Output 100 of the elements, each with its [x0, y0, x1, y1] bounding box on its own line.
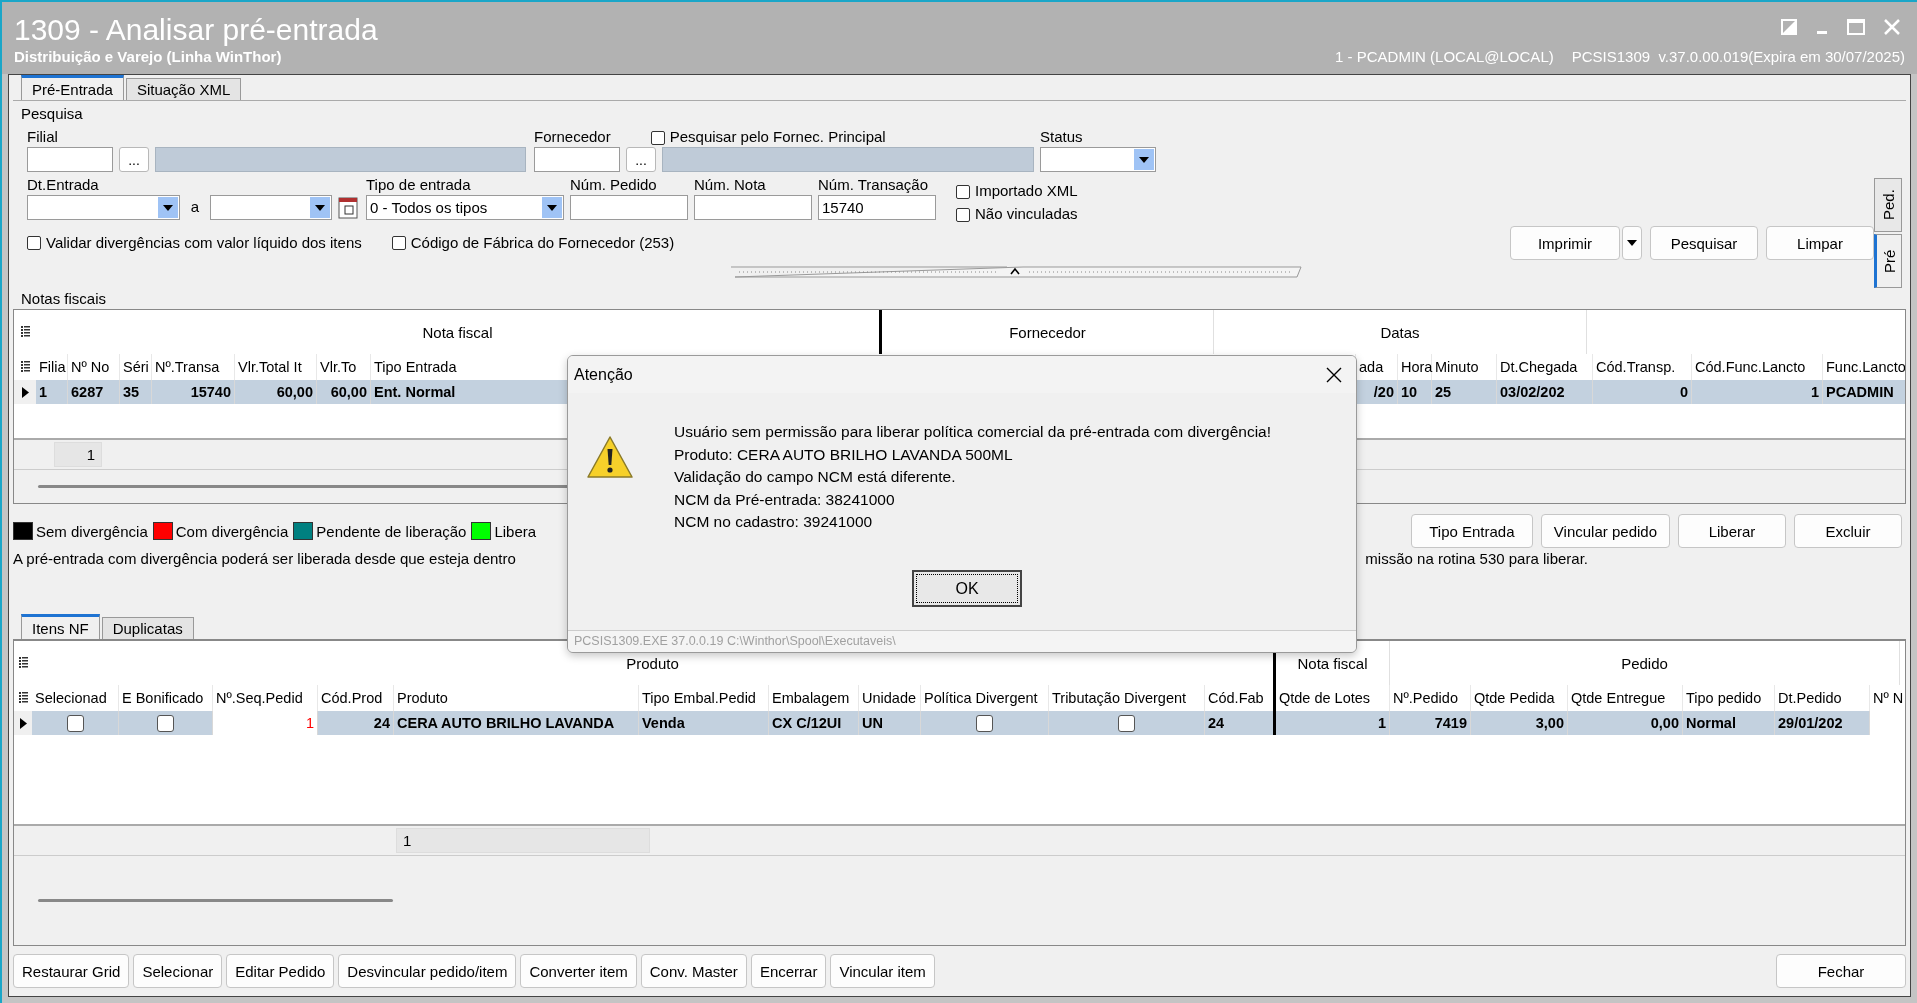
table-cell: UN — [859, 711, 921, 735]
info-text: missão na rotina 530 para liberar. — [1365, 550, 1588, 569]
checkbox[interactable] — [27, 236, 41, 250]
toolbar-button[interactable]: Desvincular pedido/item — [338, 954, 517, 988]
toolbar-button[interactable]: Restaurar Grid — [13, 954, 130, 988]
splitter-handle[interactable] — [728, 266, 1303, 278]
date-field[interactable] — [210, 195, 332, 220]
input-field[interactable] — [694, 195, 812, 220]
row-indicator[interactable] — [14, 380, 36, 404]
range-separator: a — [189, 198, 201, 217]
table-cell: 35 — [120, 380, 152, 404]
toolbar-button[interactable]: Selecionar — [133, 954, 223, 988]
dropdown-button[interactable] — [542, 197, 562, 218]
checkbox[interactable] — [650, 130, 665, 145]
caret-icon[interactable] — [547, 204, 557, 211]
input-field[interactable] — [570, 195, 688, 220]
caret-icon[interactable] — [315, 204, 325, 211]
window-title: 1309 - Analisar pré-entrada — [14, 12, 378, 48]
table-cell: CX C/12UI — [769, 711, 859, 735]
input-field[interactable] — [534, 147, 620, 172]
toolbar-button[interactable]: Converter item — [520, 954, 637, 988]
table-cell: 1 — [36, 380, 68, 404]
dialog-message: NCM no cadastro: 39241000 — [674, 512, 874, 532]
print-menu-button[interactable] — [1622, 226, 1642, 260]
action-button[interactable]: Tipo Entrada — [1410, 514, 1533, 548]
table-cell: 10 — [1398, 380, 1432, 404]
caret-icon[interactable] — [163, 204, 173, 211]
input-field[interactable]: 15740 — [818, 195, 936, 220]
column-menu-icon[interactable] — [18, 657, 28, 669]
checkbox[interactable] — [66, 714, 84, 732]
version-info: PCSIS1309 v.37.0.00.019(Expira em 30/07/2025) — [1571, 48, 1905, 65]
entry-type-dropdown[interactable]: 0 - Todos os tipos — [366, 195, 564, 220]
tab[interactable]: Itens NF — [21, 614, 100, 639]
table-cell: 1 — [1692, 380, 1823, 404]
close-icon[interactable] — [1326, 366, 1342, 383]
checkbox[interactable] — [956, 184, 970, 199]
checkbox[interactable] — [976, 714, 993, 732]
dropdown-button[interactable] — [1134, 149, 1154, 170]
table-cell: 6287 — [68, 380, 120, 404]
lookup-button[interactable]: ... — [626, 147, 656, 172]
dialog-message: Usuário sem permissão para liberar política comercial da pré-entrada com divergência! — [674, 422, 1271, 442]
calendar-icon[interactable] — [336, 195, 360, 220]
info-text: A pré-entrada com divergência poderá ser liberada desde que esteja dentro — [13, 550, 516, 569]
dialog-message: Validação do campo NCM está diferente. — [674, 467, 957, 487]
checkbox[interactable] — [1118, 714, 1135, 732]
toolbar-button[interactable]: Editar Pedido — [226, 954, 335, 988]
input-field[interactable] — [27, 147, 113, 172]
section-title: Notas fiscais — [20, 289, 108, 309]
column-group-header: Datas — [1214, 310, 1587, 354]
row-count: 1 — [396, 828, 650, 853]
table-cell: 29/01/202 — [1775, 711, 1870, 735]
checkbox-label: Importado XML — [975, 182, 1078, 201]
table-cell: 60,00 — [235, 380, 317, 404]
scrollbar[interactable] — [38, 899, 393, 902]
table-cell: 0 — [1593, 380, 1692, 404]
toolbar-button[interactable]: Vincular item — [830, 954, 935, 988]
close-button[interactable]: Fechar — [1776, 954, 1906, 988]
table-cell: 15740 — [152, 380, 235, 404]
checkbox[interactable] — [956, 207, 970, 222]
side-tab[interactable]: Pré — [1874, 234, 1902, 288]
action-button[interactable]: Excluir — [1794, 514, 1902, 548]
field-label: Núm. Nota — [694, 176, 767, 195]
action-button[interactable]: Liberar — [1678, 514, 1786, 548]
search-button[interactable]: Pesquisar — [1650, 226, 1758, 260]
dropdown-button[interactable] — [158, 197, 178, 218]
field-label: Status — [1040, 128, 1084, 147]
field-label: Tipo de entrada — [366, 176, 472, 195]
side-tab[interactable]: Ped. — [1874, 178, 1902, 232]
table-cell: CERA AUTO BRILHO LAVANDA — [394, 711, 639, 735]
tab[interactable]: Situação XML — [125, 78, 242, 100]
checkbox[interactable] — [157, 714, 174, 732]
column-menu-icon[interactable] — [18, 692, 28, 704]
tab[interactable]: Duplicatas — [101, 617, 194, 639]
field-label: Núm. Pedido — [570, 176, 658, 195]
lookup-button[interactable]: ... — [119, 147, 149, 172]
dropdown-button[interactable] — [310, 197, 330, 218]
row-count: 1 — [54, 441, 102, 467]
row-indicator[interactable] — [14, 711, 32, 735]
checkbox-label: Não vinculadas — [975, 205, 1078, 224]
checkbox-label: Validar divergências com valor líquido dos itens — [46, 233, 362, 253]
clear-button[interactable]: Limpar — [1766, 226, 1874, 260]
field-label: Fornecedor — [534, 128, 611, 147]
caret-icon[interactable] — [1139, 156, 1149, 163]
user-info: 1 - PCADMIN (LOCAL@LOCAL) — [1335, 48, 1554, 65]
column-menu-icon[interactable] — [20, 361, 30, 373]
date-field[interactable] — [27, 195, 180, 220]
table-cell: 60,00 — [317, 380, 371, 404]
toolbar-button[interactable]: Conv. Master — [640, 954, 747, 988]
toolbar-button[interactable]: Encerrar — [750, 954, 827, 988]
print-button[interactable]: Imprimir — [1510, 226, 1620, 260]
table-cell: 24 — [318, 711, 394, 735]
tab[interactable]: Pré-Entrada — [21, 75, 124, 100]
action-button[interactable]: Vincular pedido — [1540, 514, 1670, 548]
ok-button[interactable]: OK — [912, 570, 1022, 607]
field-label: Filial — [27, 128, 59, 147]
column-group-header: Fornecedor — [882, 310, 1214, 354]
caret-icon[interactable] — [1627, 240, 1637, 246]
column-header[interactable]: Nº N — [1870, 685, 1905, 711]
checkbox[interactable] — [391, 236, 406, 250]
column-menu-icon[interactable] — [20, 326, 30, 338]
